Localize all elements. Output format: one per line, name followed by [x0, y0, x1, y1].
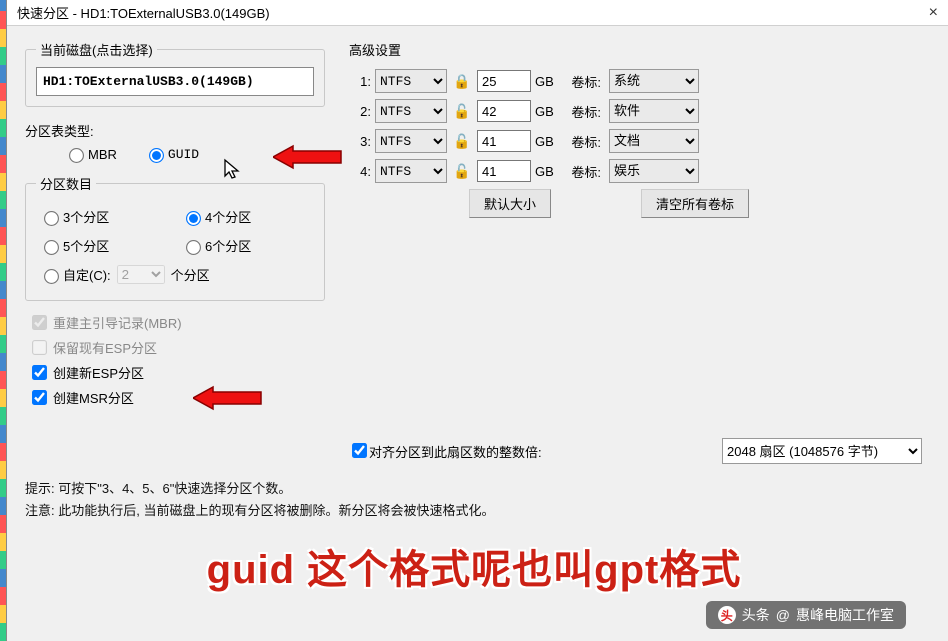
default-size-button[interactable]: 默认大小: [469, 189, 551, 218]
close-icon[interactable]: ×: [929, 4, 938, 22]
lock-open-icon[interactable]: 🔓: [451, 103, 473, 120]
avatar-icon: 头: [718, 606, 736, 624]
current-disk-legend: 当前磁盘(点击选择): [36, 40, 157, 59]
watermark-badge: 头 头条 @ 惠峰电脑工作室: [706, 601, 906, 629]
video-subtitle-overlay: guid 这个格式呢也叫gpt格式: [0, 537, 948, 595]
size-input[interactable]: [477, 70, 531, 92]
left-column: 当前磁盘(点击选择) 分区表类型: MBR GUID: [25, 40, 325, 407]
volume-label-select[interactable]: 文档: [609, 129, 699, 153]
size-input[interactable]: [477, 130, 531, 152]
radio-custom-count[interactable]: 自定(C):: [40, 265, 111, 284]
row-index: 1:: [349, 74, 371, 89]
align-select[interactable]: 2048 扇区 (1048576 字节): [722, 438, 922, 464]
title-bar: 快速分区 - HD1:TOExternalUSB3.0(149GB) ×: [7, 0, 948, 26]
check-keep-esp: 保留现有ESP分区: [29, 338, 325, 357]
unit-label: GB: [535, 74, 561, 89]
radio-4-partitions[interactable]: 4个分区: [182, 207, 310, 226]
lock-open-icon[interactable]: 🔓: [451, 133, 473, 150]
annotation-arrow-msr: [193, 385, 263, 411]
count-legend: 分区数目: [36, 174, 96, 193]
fs-select[interactable]: NTFS: [375, 99, 447, 123]
volume-label-select[interactable]: 娱乐: [609, 159, 699, 183]
volume-label-select[interactable]: 软件: [609, 99, 699, 123]
badge-at: @: [776, 607, 790, 623]
clear-labels-button[interactable]: 清空所有卷标: [641, 189, 749, 218]
tip-line-1: 提示: 可按下"3、4、5、6"快速选择分区个数。: [25, 478, 930, 500]
align-row: 对齐分区到此扇区数的整数倍: 2048 扇区 (1048576 字节): [349, 438, 930, 464]
partition-count-group: 分区数目 3个分区 4个分区 5个分区 6个分区 自定(C): 2 个分区: [25, 174, 325, 301]
radio-guid-label: GUID: [168, 147, 199, 162]
check-new-esp[interactable]: 创建新ESP分区: [29, 363, 325, 382]
volume-label-text: 卷标:: [565, 102, 605, 121]
partition-row-2: 2: NTFS🔓 GB 卷标:软件: [349, 99, 930, 123]
tip-line-2: 注意: 此功能执行后, 当前磁盘上的现有分区将被删除。新分区将会被快速格式化。: [25, 500, 930, 522]
volume-label-select[interactable]: 系统: [609, 69, 699, 93]
partition-row-3: 3: NTFS🔓 GB 卷标:文档: [349, 129, 930, 153]
options-checks: 重建主引导记录(MBR) 保留现有ESP分区 创建新ESP分区 创建MSR分区: [29, 313, 325, 407]
fs-select[interactable]: NTFS: [375, 69, 447, 93]
volume-label-text: 卷标:: [565, 132, 605, 151]
advanced-legend: 高级设置: [349, 40, 930, 59]
partition-row-4: 4: NTFS🔓 GB 卷标:娱乐: [349, 159, 930, 183]
size-input[interactable]: [477, 160, 531, 182]
row-index: 3:: [349, 134, 371, 149]
radio-guid-input[interactable]: [149, 148, 164, 163]
unit-label: GB: [535, 104, 561, 119]
radio-3-partitions[interactable]: 3个分区: [40, 207, 168, 226]
right-column: 高级设置 1:NTFS🔒GB卷标:系统2:NTFS🔓GB卷标:软件3:NTFS🔓…: [349, 40, 930, 464]
radio-6-partitions[interactable]: 6个分区: [182, 236, 310, 255]
current-disk-field[interactable]: [36, 67, 314, 96]
radio-guid[interactable]: GUID: [145, 146, 199, 162]
check-align[interactable]: 对齐分区到此扇区数的整数倍:: [349, 441, 542, 461]
current-disk-group: 当前磁盘(点击选择): [25, 40, 325, 107]
lock-open-icon[interactable]: 🔓: [451, 163, 473, 180]
partition-row-1: 1: NTFS🔒 GB 卷标:系统: [349, 69, 930, 93]
badge-name: 惠峰电脑工作室: [796, 605, 894, 625]
dialog-content: 当前磁盘(点击选择) 分区表类型: MBR GUID: [7, 26, 948, 532]
advanced-rows: 1:NTFS🔒GB卷标:系统2:NTFS🔓GB卷标:软件3:NTFS🔓GB卷标:…: [349, 69, 930, 183]
annotation-arrow-guid: [273, 144, 343, 170]
check-rebuild-mbr: 重建主引导记录(MBR): [29, 313, 325, 332]
unit-label: GB: [535, 164, 561, 179]
radio-mbr-input[interactable]: [69, 148, 84, 163]
lock-closed-icon[interactable]: 🔒: [451, 73, 473, 90]
fs-select[interactable]: NTFS: [375, 129, 447, 153]
check-new-msr[interactable]: 创建MSR分区: [29, 388, 325, 407]
radio-5-partitions[interactable]: 5个分区: [40, 236, 168, 255]
custom-count-suffix: 个分区: [171, 265, 210, 284]
partition-table-type: 分区表类型: MBR GUID: [25, 121, 325, 162]
unit-label: GB: [535, 134, 561, 149]
window-title: 快速分区 - HD1:TOExternalUSB3.0(149GB): [17, 3, 270, 22]
volume-label-text: 卷标:: [565, 162, 605, 181]
size-input[interactable]: [477, 100, 531, 122]
tips-text: 提示: 可按下"3、4、5、6"快速选择分区个数。 注意: 此功能执行后, 当前…: [25, 478, 930, 522]
radio-mbr-label: MBR: [88, 147, 117, 162]
volume-label-text: 卷标:: [565, 72, 605, 91]
fs-select[interactable]: NTFS: [375, 159, 447, 183]
radio-mbr[interactable]: MBR: [65, 146, 117, 162]
row-index: 2:: [349, 104, 371, 119]
row-index: 4:: [349, 164, 371, 179]
custom-count-select: 2: [117, 265, 165, 284]
badge-prefix: 头条: [742, 605, 770, 625]
advanced-settings-group: 高级设置 1:NTFS🔒GB卷标:系统2:NTFS🔓GB卷标:软件3:NTFS🔓…: [349, 40, 930, 218]
pt-type-label: 分区表类型:: [25, 121, 325, 140]
